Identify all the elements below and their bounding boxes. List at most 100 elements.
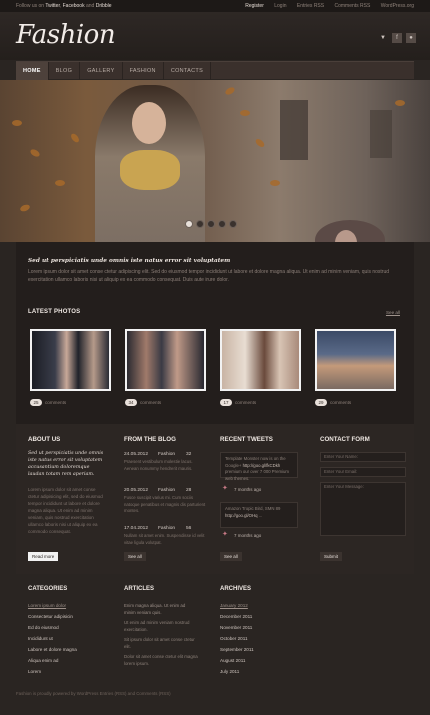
slider-dot[interactable] (207, 220, 215, 228)
copyright-text: Fashion is proudly powered by WordPress … (16, 691, 171, 696)
flickr-icon[interactable]: ● (406, 33, 416, 43)
site-header: Fashion ▼ f ● (0, 12, 430, 60)
photo-comments[interactable]: 25 comments (30, 399, 66, 406)
post-category[interactable]: Fashion (158, 526, 175, 531)
comment-count-badge: 17 (220, 399, 232, 406)
photo-thumb[interactable] (220, 329, 301, 391)
main-nav: HOME BLOG GALLERY FASHION CONTACTS (16, 61, 414, 80)
nav-home[interactable]: HOME (16, 62, 49, 80)
category-link[interactable]: Incididunt ut (28, 636, 53, 641)
post-comment-count: 32 (186, 452, 192, 457)
facebook-icon[interactable]: f (392, 33, 402, 43)
hero-slider-image[interactable] (0, 80, 430, 242)
follow-prefix: Follow us on (16, 3, 45, 9)
from-the-blog-column: FROM THE BLOG 24.05.2012 Fashion 32 Prae… (112, 424, 208, 574)
slider-dot[interactable] (218, 220, 226, 228)
tweets-see-all-button[interactable]: See all (220, 552, 242, 561)
blog-post[interactable]: 17.04.2012 Fashion 56 Nullam sit amet en… (124, 526, 208, 546)
post-excerpt: Praesent vestibulum molestie lacus. Aene… (124, 459, 193, 471)
article-link[interactable]: Dolor sit amet conse ctetur elit magna l… (124, 654, 198, 667)
archive-link[interactable]: December 2011 (220, 614, 252, 619)
category-link[interactable]: Lorem (28, 669, 41, 674)
nav-gallery[interactable]: GALLERY (80, 62, 123, 80)
article-link[interactable]: Sit ipsum dolor sit amet conse ctetur el… (124, 637, 198, 650)
category-link[interactable]: Lorem ipsum dolor (28, 603, 66, 608)
submit-button[interactable]: Submit (320, 552, 343, 561)
nav-contacts[interactable]: CONTACTS (164, 62, 212, 80)
entries-rss-link[interactable]: Entries RSS (297, 3, 324, 9)
photo-comments[interactable]: 29 comments (315, 399, 351, 406)
article-link[interactable]: Enim magna aliqua. Ut enim ad minim veni… (124, 603, 198, 616)
category-link[interactable]: Labore et dolore magna (28, 647, 77, 652)
archives-title: ARCHIVES (220, 586, 252, 592)
photo-comments[interactable]: 34 comments (125, 399, 161, 406)
slider-dots (185, 220, 237, 228)
categories-title: CATEGORIES (28, 586, 68, 592)
archive-link[interactable]: September 2011 (220, 647, 254, 652)
register-link[interactable]: Register (245, 3, 264, 9)
photo-comments[interactable]: 17 comments (220, 399, 256, 406)
comments-rss-link[interactable]: Comments RSS (335, 3, 371, 9)
post-excerpt: Fusce suscipit varius mi. Cum sociis nat… (124, 495, 206, 513)
social-icons: ▼ f ● (378, 33, 416, 43)
slider-dot[interactable] (229, 220, 237, 228)
twitter-link[interactable]: Twitter (45, 3, 59, 9)
comment-count-badge: 34 (125, 399, 137, 406)
comment-count-badge: 29 (315, 399, 327, 406)
tweet-time: 7 months ago (234, 533, 262, 538)
photo-thumb[interactable] (30, 329, 111, 391)
blog-post[interactable]: 24.05.2012 Fashion 32 Praesent vestibulu… (124, 452, 208, 472)
post-category[interactable]: Fashion (158, 452, 175, 457)
intro-text: Lorem ipsum dolor sit amet conse ctetur … (28, 269, 390, 283)
site-footer: CATEGORIES Lorem ipsum dolor Consectetur… (16, 574, 414, 684)
recent-tweets-column: RECENT TWEETS Template Monster now is on… (208, 424, 308, 574)
archive-link[interactable]: January 2012 (220, 603, 248, 608)
bird-icon[interactable]: ▼ (378, 33, 388, 43)
latest-photos-section: LATEST PHOTOS See all 25 comments 34 comme… (16, 292, 414, 424)
post-category[interactable]: Fashion (158, 488, 175, 493)
facebook-link[interactable]: Facebook (63, 3, 85, 9)
intro-title: Sed ut perspiciatis unde omnis iste natu… (28, 258, 231, 264)
photo-thumb[interactable] (315, 329, 396, 391)
archive-link[interactable]: August 2011 (220, 658, 245, 663)
post-date: 24.05.2012 (124, 452, 149, 457)
site-logo[interactable]: Fashion (16, 20, 116, 50)
message-field[interactable]: Enter Your Message: (320, 482, 406, 536)
photos-see-all-link[interactable]: See all (386, 310, 400, 315)
login-link[interactable]: Login (274, 3, 286, 9)
read-more-button[interactable]: Read more (28, 552, 59, 561)
and-text: and (85, 3, 95, 9)
wordpress-link[interactable]: WordPress.org (381, 3, 414, 9)
slider-dot[interactable] (185, 220, 193, 228)
archive-link[interactable]: July 2011 (220, 669, 239, 674)
nav-blog[interactable]: BLOG (49, 62, 81, 80)
category-link[interactable]: Ed do eiusmod (28, 625, 59, 630)
category-link[interactable]: Consectetur adipisicin (28, 614, 73, 619)
post-comment-count: 28 (186, 488, 192, 493)
archive-link[interactable]: October 2011 (220, 636, 248, 641)
blog-title: FROM THE BLOG (124, 436, 176, 443)
post-date: 17.04.2012 (124, 526, 149, 531)
tweet: Amazon Tropic Bird, SMN 89 http://goo.gl… (220, 502, 298, 528)
archive-link[interactable]: November 2011 (220, 625, 252, 630)
dribble-link[interactable]: Dribble (96, 3, 112, 9)
tweet-link[interactable]: http://goo.gl/OHq (225, 513, 258, 518)
article-link[interactable]: Ut enim ad minim veniam nostrud exercita… (124, 620, 198, 633)
slider-dot[interactable] (196, 220, 204, 228)
comment-count-badge: 25 (30, 399, 42, 406)
tweet-link[interactable]: http://goo.gl/fkCDkh (243, 463, 281, 468)
follow-us-text: Follow us on Twitter, Facebook and Dribb… (16, 3, 112, 9)
post-date: 20.05.2012 (124, 488, 149, 493)
about-body: Lorem ipsum dolor sit amet conse ctetur … (28, 487, 103, 534)
intro-section: Sed ut perspiciatis unde omnis iste natu… (16, 242, 414, 292)
tweets-title: RECENT TWEETS (220, 436, 273, 443)
photo-thumb[interactable] (125, 329, 206, 391)
blog-post[interactable]: 20.05.2012 Fashion 28 Fusce suscipit var… (124, 488, 208, 515)
name-field[interactable]: Enter Your Name: (320, 452, 406, 462)
top-bar: Follow us on Twitter, Facebook and Dribb… (0, 0, 430, 12)
blog-see-all-button[interactable]: See all (124, 552, 146, 561)
nav-fashion[interactable]: FASHION (123, 62, 164, 80)
top-links: Register Login Entries RSS Comments RSS … (236, 3, 414, 9)
category-link[interactable]: Aliqua enim ad (28, 658, 58, 663)
email-field[interactable]: Enter Your Email: (320, 467, 406, 477)
